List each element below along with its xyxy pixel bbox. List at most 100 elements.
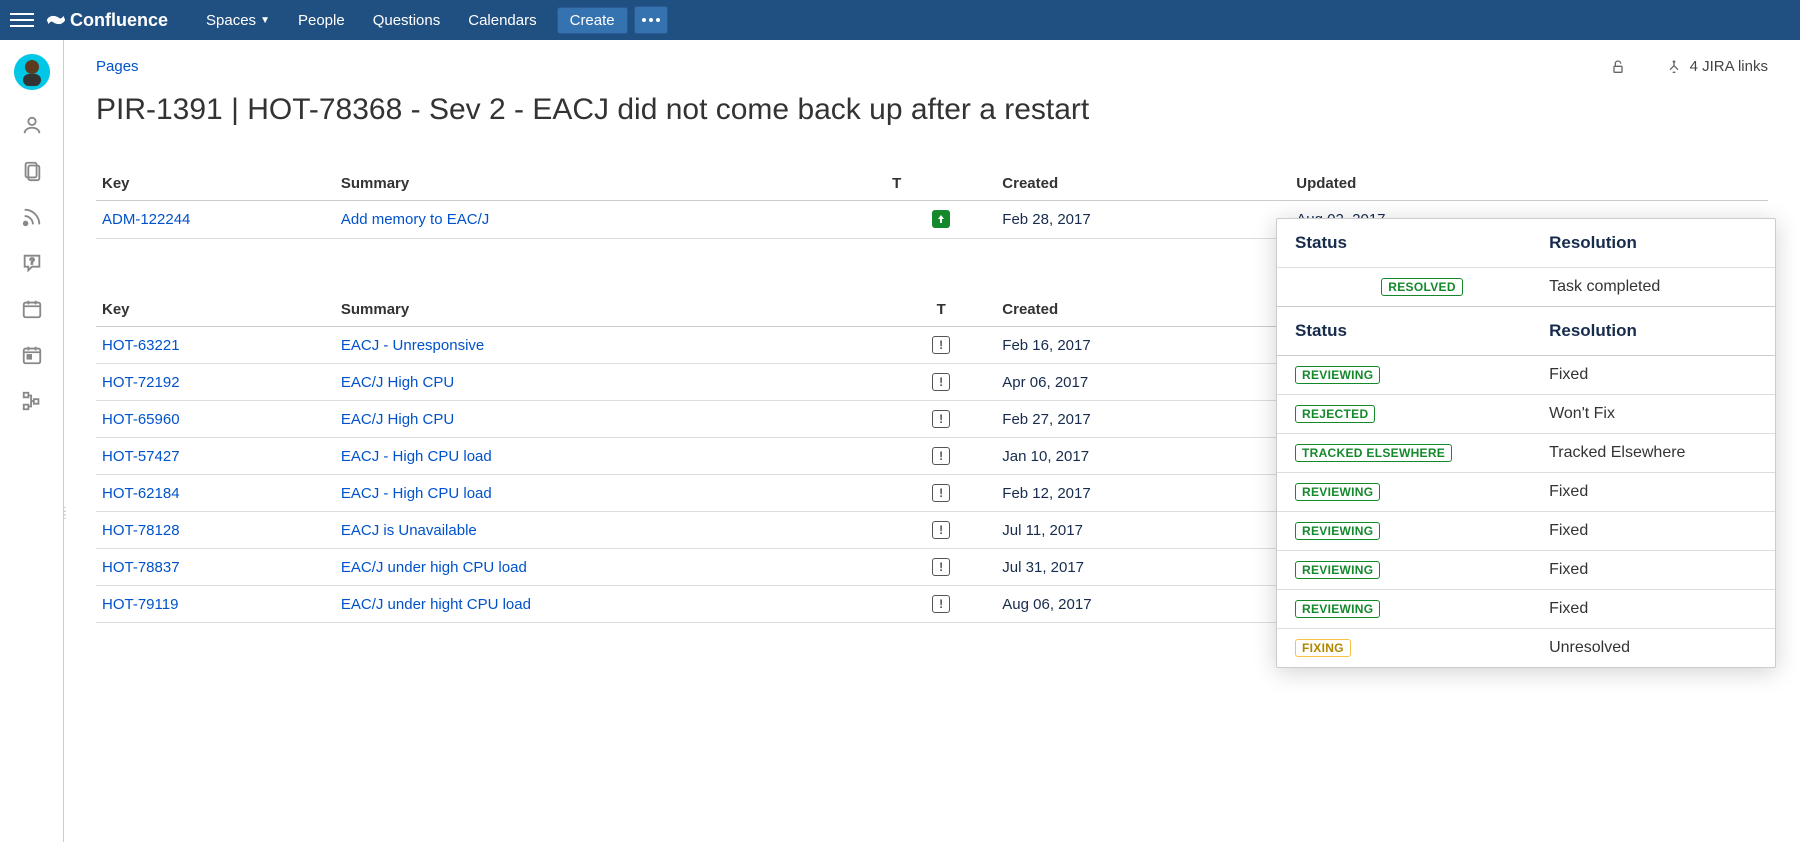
cell-key: HOT-62184 — [96, 475, 335, 512]
cell-created: Feb 28, 2017 — [996, 201, 1290, 239]
issue-summary-link[interactable]: EACJ - High CPU load — [341, 448, 492, 465]
top-nav: Confluence Spaces▼ People Questions Cale… — [0, 0, 1800, 40]
th-summary[interactable]: Summary — [335, 167, 886, 201]
tree-icon[interactable] — [21, 390, 43, 412]
cell-key: HOT-63221 — [96, 327, 335, 364]
cell-summary: EAC/J High CPU — [335, 364, 886, 401]
breadcrumb-pages[interactable]: Pages — [96, 58, 139, 75]
page-title: PIR-1391 | HOT-78368 - Sev 2 - EACJ did … — [96, 93, 1768, 127]
alert-icon: ! — [932, 373, 950, 391]
nav-calendars[interactable]: Calendars — [454, 0, 550, 40]
status-lozenge: RESOLVED — [1381, 278, 1463, 296]
nav-people-label: People — [298, 12, 345, 29]
panel-resolution-header: Resolution — [1549, 233, 1637, 253]
resolution-text: Unresolved — [1549, 639, 1630, 657]
status-lozenge: REVIEWING — [1295, 483, 1380, 501]
th-updated[interactable]: Updated — [1290, 167, 1584, 201]
panel-row: REVIEWING Fixed — [1277, 550, 1775, 589]
alert-icon: ! — [932, 484, 950, 502]
status-lozenge: REVIEWING — [1295, 561, 1380, 579]
status-lozenge: FIXING — [1295, 639, 1351, 657]
cell-type: ! — [886, 364, 996, 401]
app-switcher-icon[interactable] — [10, 8, 34, 32]
issue-summary-link[interactable]: EAC/J under hight CPU load — [341, 596, 531, 613]
th-created[interactable]: Created — [996, 293, 1290, 327]
status-lozenge: REVIEWING — [1295, 600, 1380, 618]
jira-icon — [1666, 59, 1682, 75]
cell-summary: EAC/J under high CPU load — [335, 549, 886, 586]
brand-text: Confluence — [70, 10, 168, 31]
resolution-text: Fixed — [1549, 483, 1588, 501]
th-key[interactable]: Key — [96, 167, 335, 201]
cell-type — [886, 201, 996, 239]
resolution-text: Tracked Elsewhere — [1549, 444, 1685, 462]
issue-key-link[interactable]: HOT-79119 — [102, 596, 178, 613]
issue-key-link[interactable]: HOT-65960 — [102, 411, 180, 428]
issue-key-link[interactable]: ADM-122244 — [102, 211, 190, 228]
cell-key: HOT-72192 — [96, 364, 335, 401]
issue-key-link[interactable]: HOT-78128 — [102, 522, 180, 539]
issue-summary-link[interactable]: EACJ - High CPU load — [341, 485, 492, 502]
alert-icon: ! — [932, 447, 950, 465]
cell-summary: EACJ - Unresponsive — [335, 327, 886, 364]
cell-type: ! — [886, 549, 996, 586]
cell-created: Feb 12, 2017 — [996, 475, 1290, 512]
status-lozenge: REVIEWING — [1295, 366, 1380, 384]
th-type[interactable]: T — [886, 293, 996, 327]
resolution-text: Fixed — [1549, 600, 1588, 618]
brand-logo[interactable]: Confluence — [46, 10, 168, 31]
questions-icon[interactable]: ? — [21, 252, 43, 274]
issue-key-link[interactable]: HOT-63221 — [102, 337, 180, 354]
resolution-text: Fixed — [1549, 522, 1588, 540]
panel-row: REVIEWING Fixed — [1277, 589, 1775, 628]
status-lozenge: TRACKED ELSEWHERE — [1295, 444, 1452, 462]
person-icon[interactable] — [21, 114, 43, 136]
resolution-text: Fixed — [1549, 561, 1588, 579]
cell-type: ! — [886, 475, 996, 512]
user-avatar[interactable] — [14, 54, 50, 90]
sidebar-resize-handle[interactable]: ⋮⋮ — [60, 510, 70, 518]
issue-summary-link[interactable]: EAC/J under high CPU load — [341, 559, 527, 576]
panel-resolution-header-2: Resolution — [1549, 321, 1637, 341]
jira-links-label: 4 JIRA links — [1690, 58, 1768, 75]
jira-links[interactable]: 4 JIRA links — [1666, 58, 1768, 75]
cell-key: HOT-78128 — [96, 512, 335, 549]
main-content: Pages 4 JIRA links PIR-1391 | HOT-78368 … — [64, 40, 1800, 842]
cell-created: Aug 06, 2017 — [996, 586, 1290, 623]
cell-summary: EAC/J High CPU — [335, 401, 886, 438]
calendar-icon[interactable] — [21, 298, 43, 320]
th-summary[interactable]: Summary — [335, 293, 886, 327]
nav-people[interactable]: People — [284, 0, 359, 40]
th-type[interactable]: T — [886, 167, 996, 201]
nav-questions[interactable]: Questions — [359, 0, 455, 40]
create-button[interactable]: Create — [557, 7, 628, 34]
issue-summary-link[interactable]: EACJ - Unresponsive — [341, 337, 484, 354]
issue-key-link[interactable]: HOT-57427 — [102, 448, 180, 465]
th-created[interactable]: Created — [996, 167, 1290, 201]
panel-status-header-2: Status — [1295, 321, 1549, 341]
cell-type: ! — [886, 327, 996, 364]
panel-row: REVIEWINGFixed — [1277, 511, 1775, 550]
th-key[interactable]: Key — [96, 293, 335, 327]
issue-summary-link[interactable]: EAC/J High CPU — [341, 374, 454, 391]
issue-key-link[interactable]: HOT-62184 — [102, 485, 180, 502]
left-sidebar: ? — [0, 40, 64, 842]
nav-spaces[interactable]: Spaces▼ — [192, 0, 284, 40]
unlock-icon[interactable] — [1610, 59, 1626, 75]
nav-calendars-label: Calendars — [468, 12, 536, 29]
alert-icon: ! — [932, 521, 950, 539]
cell-summary: EACJ is Unavailable — [335, 512, 886, 549]
cell-summary: EACJ - High CPU load — [335, 475, 886, 512]
issue-key-link[interactable]: HOT-78837 — [102, 559, 180, 576]
calendar2-icon[interactable] — [21, 344, 43, 366]
issue-summary-link[interactable]: EAC/J High CPU — [341, 411, 454, 428]
issue-summary-link[interactable]: EACJ is Unavailable — [341, 522, 477, 539]
more-actions-button[interactable] — [634, 6, 668, 34]
issue-summary-link[interactable]: Add memory to EAC/J — [341, 211, 489, 228]
blog-icon[interactable] — [21, 206, 43, 228]
pages-icon[interactable] — [21, 160, 43, 182]
cell-created: Jul 31, 2017 — [996, 549, 1290, 586]
issue-key-link[interactable]: HOT-72192 — [102, 374, 180, 391]
status-lozenge: REJECTED — [1295, 405, 1375, 423]
cell-key: HOT-57427 — [96, 438, 335, 475]
